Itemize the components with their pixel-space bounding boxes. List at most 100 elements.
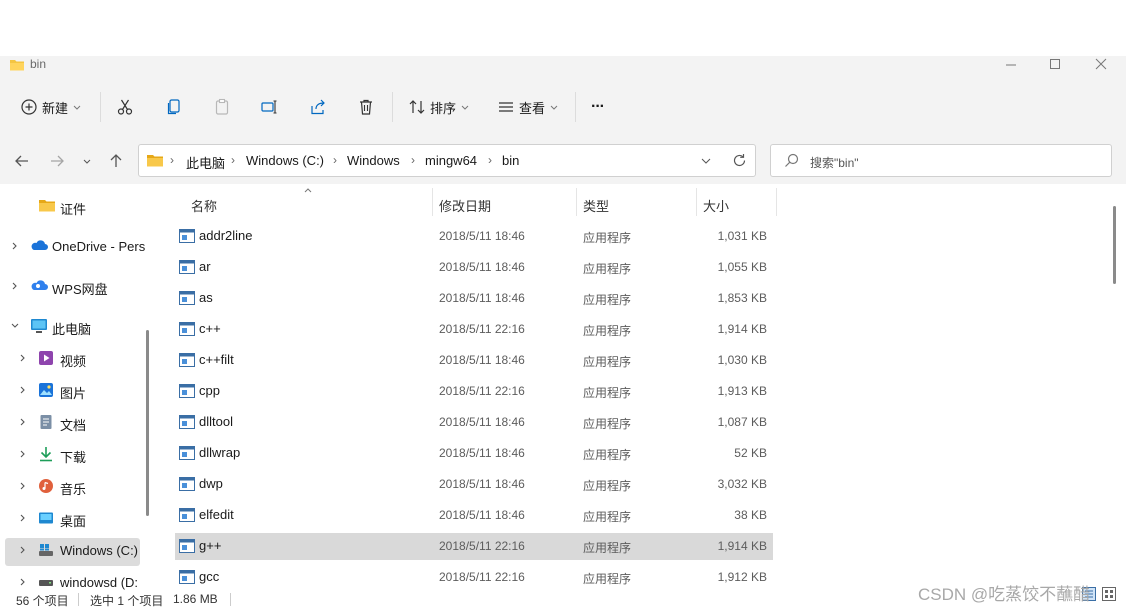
close-button[interactable] (1091, 56, 1111, 74)
file-row[interactable]: gcc 2018/5/11 22:16 应用程序 1,912 KB (175, 564, 773, 591)
recent-locations-button[interactable] (82, 156, 92, 166)
file-row[interactable]: c++ 2018/5/11 22:16 应用程序 1,914 KB (175, 316, 773, 343)
chevron-down-icon (461, 105, 469, 110)
sidebar-item-this-pc[interactable]: 此电脑 (0, 312, 156, 342)
up-button[interactable] (108, 153, 124, 169)
file-row[interactable]: elfedit 2018/5/11 18:46 应用程序 38 KB (175, 502, 773, 529)
sidebar-item-label: windowsd (D: (60, 575, 139, 590)
sidebar-item-documents[interactable]: 文档 (0, 408, 156, 438)
view-button[interactable]: 查看 (497, 95, 559, 119)
forward-button[interactable] (49, 153, 65, 169)
folder-icon (38, 198, 56, 213)
file-row[interactable]: cpp 2018/5/11 22:16 应用程序 1,913 KB (175, 378, 773, 405)
file-name: addr2line (199, 228, 253, 243)
back-button[interactable] (14, 153, 30, 169)
sidebar-item-label: 音乐 (60, 482, 87, 497)
trash-icon (360, 99, 372, 115)
executable-icon (179, 477, 195, 491)
file-row[interactable]: addr2line 2018/5/11 18:46 应用程序 1,031 KB (175, 223, 773, 250)
sidebar-item-downloads[interactable]: 下载 (0, 440, 156, 470)
sidebar-item-music[interactable]: 音乐 (0, 472, 156, 502)
file-type: 应用程序 (583, 479, 632, 493)
sidebar-item-label: WPS网盘 (52, 282, 108, 297)
column-header-type[interactable]: 类型 (583, 196, 609, 215)
file-row[interactable]: as 2018/5/11 18:46 应用程序 1,853 KB (175, 285, 773, 312)
sidebar-item-pictures[interactable]: 图片 (0, 376, 156, 406)
maximize-button[interactable] (1045, 56, 1065, 74)
sidebar-item-videos[interactable]: 视频 (0, 344, 156, 374)
refresh-button[interactable] (732, 153, 747, 168)
file-size: 1,087 KB (717, 415, 767, 429)
column-header-size[interactable]: 大小 (703, 196, 729, 215)
share-button[interactable] (309, 95, 327, 119)
file-size: 1,853 KB (717, 291, 767, 305)
chevron-right-icon (10, 281, 20, 291)
sidebar-item-windows-c[interactable]: Windows (C:) (0, 536, 156, 566)
sidebar-item-desktop[interactable]: 桌面 (0, 504, 156, 534)
sidebar-scrollbar[interactable] (146, 330, 149, 516)
file-row[interactable]: ar 2018/5/11 18:46 应用程序 1,055 KB (175, 254, 773, 281)
wps-cloud-icon (30, 278, 48, 292)
file-type: 应用程序 (583, 386, 632, 400)
breadcrumb-bin[interactable]: bin (502, 153, 519, 168)
sidebar-item-certificates[interactable]: 证件 (0, 192, 156, 222)
tiles-view-button[interactable] (1102, 587, 1116, 601)
file-row[interactable]: dlltool 2018/5/11 18:46 应用程序 1,087 KB (175, 409, 773, 436)
selected-size: 1.86 MB (173, 592, 218, 606)
breadcrumb-windows-c[interactable]: Windows (C:) (246, 153, 324, 168)
arrow-up-icon (110, 154, 122, 167)
file-row-selected[interactable]: g++ 2018/5/11 22:16 应用程序 1,914 KB (175, 533, 773, 560)
file-name: as (199, 290, 213, 305)
chevron-right-icon (18, 353, 28, 363)
minimize-button[interactable] (1001, 56, 1021, 74)
file-date: 2018/5/11 18:46 (439, 508, 525, 522)
file-row[interactable]: dllwrap 2018/5/11 18:46 应用程序 52 KB (175, 440, 773, 467)
sort-button[interactable]: 排序 (408, 95, 470, 119)
file-list-scrollbar[interactable] (1113, 206, 1116, 284)
executable-icon (179, 539, 195, 553)
column-header-name[interactable]: 名称 (191, 196, 217, 215)
column-divider[interactable] (776, 188, 777, 216)
cut-button[interactable] (116, 95, 134, 119)
file-date: 2018/5/11 18:46 (439, 415, 525, 429)
file-date: 2018/5/11 18:46 (439, 446, 525, 460)
file-name: ar (199, 259, 211, 274)
paste-button[interactable] (213, 95, 231, 119)
executable-icon (179, 415, 195, 429)
file-row[interactable]: c++filt 2018/5/11 18:46 应用程序 1,030 KB (175, 347, 773, 374)
scissors-icon (117, 99, 133, 115)
column-divider[interactable] (432, 188, 433, 216)
copy-button[interactable] (165, 95, 183, 119)
search-input[interactable]: 搜索"bin" (810, 154, 859, 171)
new-button-label: 新建 (42, 100, 69, 116)
sidebar-item-wps-cloud[interactable]: WPS网盘 (0, 272, 156, 302)
rename-button[interactable] (260, 95, 278, 119)
column-header-date[interactable]: 修改日期 (439, 196, 491, 215)
column-divider[interactable] (696, 188, 697, 216)
executable-icon (179, 570, 195, 584)
sidebar-item-onedrive[interactable]: OneDrive - Pers (0, 232, 156, 262)
address-history-button[interactable] (700, 156, 712, 166)
desktop-icon (38, 510, 54, 526)
more-options-button[interactable]: ··· (591, 95, 605, 119)
breadcrumb-mingw64[interactable]: mingw64 (425, 153, 477, 168)
executable-icon (179, 384, 195, 398)
breadcrumb-this-pc[interactable]: 此电脑 (186, 153, 225, 172)
toolbar-divider (575, 92, 576, 122)
search-icon (784, 153, 799, 168)
file-size: 1,912 KB (717, 570, 767, 584)
delete-button[interactable] (357, 95, 375, 119)
breadcrumb-windows[interactable]: Windows (347, 153, 400, 168)
sidebar-item-label: OneDrive - Pers (52, 239, 146, 254)
chevron-right-icon (18, 385, 28, 395)
file-row[interactable]: dwp 2018/5/11 18:46 应用程序 3,032 KB (175, 471, 773, 498)
column-divider[interactable] (576, 188, 577, 216)
file-date: 2018/5/11 22:16 (439, 322, 525, 336)
file-type: 应用程序 (583, 572, 632, 586)
file-name: elfedit (199, 507, 234, 522)
sidebar-item-label: 文档 (60, 418, 87, 433)
file-date: 2018/5/11 18:46 (439, 229, 525, 243)
new-button[interactable]: 新建 (20, 95, 82, 119)
title-bar (0, 56, 1126, 78)
sort-icon (409, 100, 425, 114)
